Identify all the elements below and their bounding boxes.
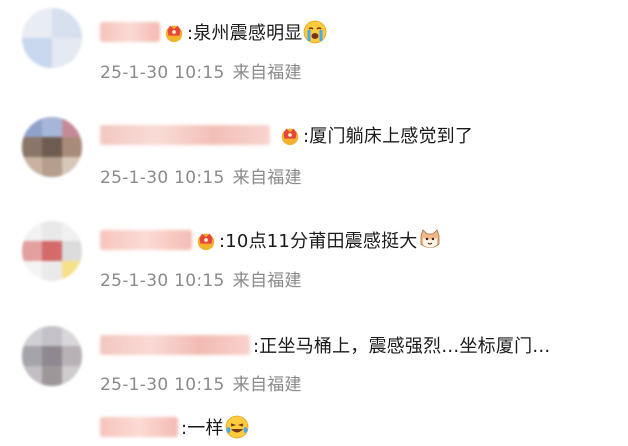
crying-face-icon [304,20,327,44]
comment-header: :10点11分莆田震感挺大 [100,225,442,255]
comment-header: :正坐马桶上，震感强烈…坐标厦门… [100,330,550,360]
comment-header: :一样 [100,412,249,442]
cat-face-icon [421,229,440,248]
comment-text: :正坐马桶上，震感强烈…坐标厦门… [253,336,551,357]
laughing-tears-face-icon [225,415,249,439]
username[interactable] [100,125,270,145]
comment-text: :10点11分莆田震感挺大 [219,231,418,252]
crown-badge-icon [281,128,299,146]
username[interactable] [100,230,192,250]
crown-badge-icon [197,233,215,251]
comment-timestamp: 25-1-30 10:15 [100,168,225,188]
comment-timestamp: 25-1-30 10:15 [100,63,225,83]
comment-meta: 25-1-30 10:15 来自福建 [100,58,302,83]
comment-header: :泉州震感明显 [100,17,327,47]
avatar[interactable] [22,326,82,386]
comment-location: 来自福建 [232,375,302,395]
comment-meta: 25-1-30 10:15 来自福建 [100,163,302,188]
comment-list: :泉州震感明显 25-1-30 10:15 来自福建:厦门躺床上感觉到了 25… [0,0,628,446]
comment-text: :厦门躺床上感觉到了 [303,126,474,147]
comment-item: :10点11分莆田震感挺大 25-1-30 10:15 来自福建 [0,213,628,313]
comment-item: :一样 [0,410,628,446]
comment-item: :正坐马桶上，震感强烈…坐标厦门… 25-1-30 10:15 来自福建 [0,320,628,410]
username[interactable] [100,417,178,437]
comment-location: 来自福建 [232,168,302,188]
avatar[interactable] [22,221,82,281]
comment-item: :泉州震感明显 25-1-30 10:15 来自福建 [0,0,628,100]
comment-location: 来自福建 [232,63,302,83]
username[interactable] [100,22,160,42]
comment-timestamp: 25-1-30 10:15 [100,271,225,291]
comment-location: 来自福建 [232,271,302,291]
crown-badge-icon [165,25,183,43]
comment-timestamp: 25-1-30 10:15 [100,375,225,395]
comment-header: :厦门躺床上感觉到了 [100,120,473,150]
comment-text: :泉州震感明显 [187,23,303,44]
avatar[interactable] [22,117,82,177]
comment-meta: 25-1-30 10:15 来自福建 [100,266,302,291]
username[interactable] [100,335,250,355]
comment-item: :厦门躺床上感觉到了 25-1-30 10:15 来自福建 [0,105,628,205]
avatar[interactable] [22,8,82,68]
comment-meta: 25-1-30 10:15 来自福建 [100,370,302,395]
comment-text: :一样 [181,418,224,439]
